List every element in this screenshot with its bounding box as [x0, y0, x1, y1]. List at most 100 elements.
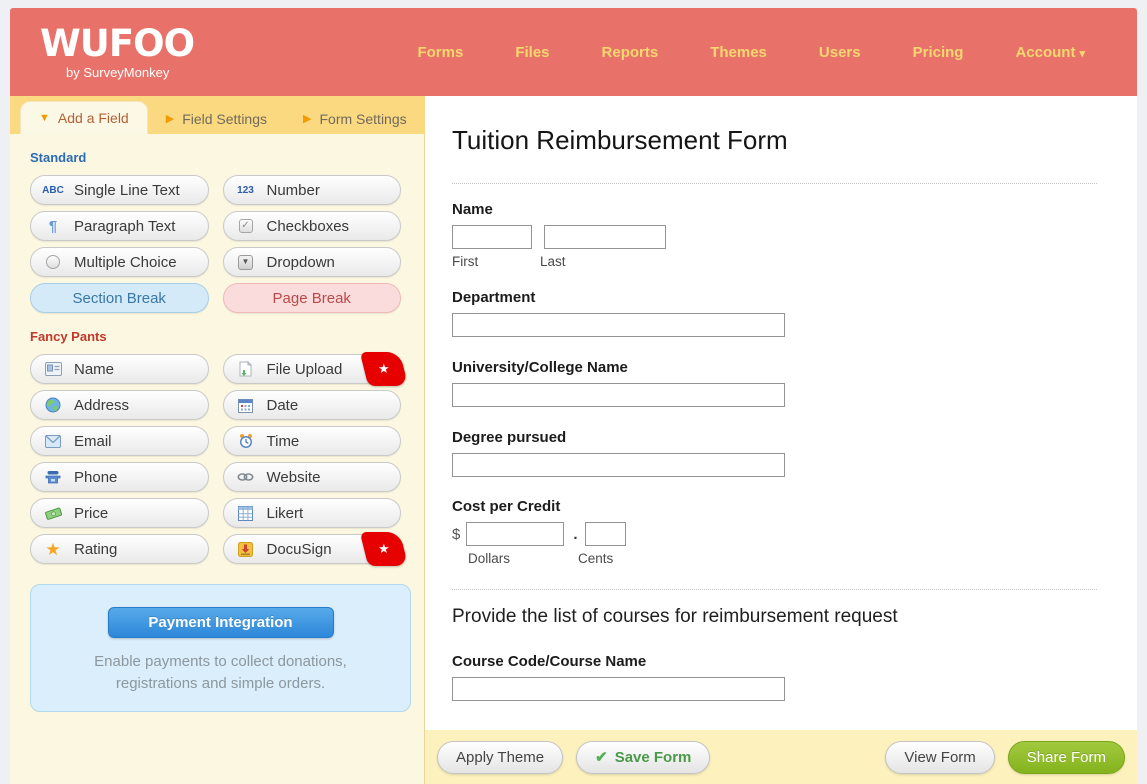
top-header: WUFOO by SurveyMonkey Forms Files Report…	[10, 8, 1137, 96]
form-title[interactable]: Tuition Reimbursement Form	[452, 125, 1097, 156]
tab-form-settings[interactable]: ▶ Form Settings	[285, 103, 425, 134]
bottom-toolbar: Apply Theme ✔ Save Form View Form Share …	[425, 730, 1137, 784]
field-label: Degree pursued	[452, 429, 1097, 446]
field-btn-number[interactable]: 123 Number	[223, 175, 402, 205]
field-btn-label: Price	[74, 505, 108, 522]
field-btn-dropdown[interactable]: ▼ Dropdown	[223, 247, 402, 277]
tab-field-settings[interactable]: ▶ Field Settings	[148, 103, 285, 134]
field-btn-section-break[interactable]: Section Break	[30, 283, 209, 313]
field-label: Course Code/Course Name	[452, 653, 1097, 670]
triangle-right-icon: ▶	[303, 112, 311, 125]
decimal-separator: .	[573, 526, 577, 543]
radio-icon	[46, 255, 60, 269]
share-form-button[interactable]: Share Form	[1008, 741, 1125, 774]
field-btn-phone[interactable]: Phone	[30, 462, 209, 492]
pro-star-icon: ★	[378, 541, 390, 557]
envelope-icon	[42, 435, 64, 448]
field-btn-name[interactable]: Name	[30, 354, 209, 384]
alarm-clock-icon	[235, 433, 257, 449]
fancy-pants-section-title: Fancy Pants	[30, 329, 424, 344]
save-form-label: Save Form	[615, 749, 692, 766]
dropdown-icon: ▼	[238, 255, 253, 270]
apply-theme-button[interactable]: Apply Theme	[437, 741, 563, 774]
field-btn-date[interactable]: Date	[223, 390, 402, 420]
nav-pricing[interactable]: Pricing	[913, 44, 964, 61]
last-sublabel: Last	[540, 254, 566, 269]
payment-integration-box: Payment Integration Enable payments to c…	[30, 584, 411, 712]
money-icon	[42, 506, 64, 521]
share-form-label: Share Form	[1027, 749, 1106, 766]
payment-integration-button[interactable]: Payment Integration	[108, 607, 334, 638]
main-nav: Forms Files Reports Themes Users Pricing…	[417, 44, 1137, 61]
field-btn-website[interactable]: Website	[223, 462, 402, 492]
abc-icon: ABC	[42, 185, 64, 196]
pro-badge: ★	[360, 532, 408, 566]
standard-section-title: Standard	[30, 150, 424, 165]
field-university[interactable]: University/College Name	[452, 359, 1097, 407]
field-btn-label: Page Break	[273, 290, 351, 307]
course-code-input[interactable]	[452, 677, 785, 701]
field-btn-label: Likert	[267, 505, 304, 522]
left-panel: ▼ Add a Field ▶ Field Settings ▶ Form Se…	[10, 96, 425, 784]
field-btn-single-line-text[interactable]: ABC Single Line Text	[30, 175, 209, 205]
form-preview: Tuition Reimbursement Form Name First La…	[425, 96, 1137, 701]
nav-themes[interactable]: Themes	[710, 44, 767, 61]
field-department[interactable]: Department	[452, 289, 1097, 337]
nav-files[interactable]: Files	[515, 44, 549, 61]
field-btn-file-upload[interactable]: File Upload ★	[223, 354, 402, 384]
file-upload-icon	[235, 361, 257, 377]
field-btn-likert[interactable]: Likert	[223, 498, 402, 528]
field-label: Name	[452, 201, 1097, 218]
cents-input[interactable]	[585, 522, 626, 546]
id-card-icon	[42, 362, 64, 376]
tab-label: Field Settings	[182, 111, 267, 127]
tab-add-a-field[interactable]: ▼ Add a Field	[20, 101, 148, 134]
field-btn-multiple-choice[interactable]: Multiple Choice	[30, 247, 209, 277]
field-btn-label: Time	[267, 433, 300, 450]
phone-icon	[42, 470, 64, 484]
dollars-input[interactable]	[466, 522, 564, 546]
nav-forms[interactable]: Forms	[417, 44, 463, 61]
field-btn-email[interactable]: Email	[30, 426, 209, 456]
paragraph-icon: ¶	[42, 219, 64, 234]
star-icon: ★	[42, 541, 64, 558]
name-last-input[interactable]	[544, 225, 666, 249]
payment-integration-description: Enable payments to collect donations, re…	[65, 651, 376, 695]
wufoo-logo-text: WUFOO	[40, 25, 240, 62]
checkbox-icon: ✓	[239, 219, 253, 233]
field-label: Department	[452, 289, 1097, 306]
triangle-down-icon: ▼	[39, 112, 50, 124]
field-btn-paragraph-text[interactable]: ¶ Paragraph Text	[30, 211, 209, 241]
field-btn-price[interactable]: Price	[30, 498, 209, 528]
nav-account-label: Account	[1015, 44, 1075, 61]
university-input[interactable]	[452, 383, 785, 407]
nav-users[interactable]: Users	[819, 44, 861, 61]
field-btn-time[interactable]: Time	[223, 426, 402, 456]
section-break-heading[interactable]: Provide the list of courses for reimburs…	[452, 606, 1097, 628]
field-btn-label: Name	[74, 361, 114, 378]
view-form-button[interactable]: View Form	[885, 741, 994, 774]
degree-input[interactable]	[452, 453, 785, 477]
field-btn-docusign[interactable]: DocuSign ★	[223, 534, 402, 564]
field-name[interactable]: Name First Last	[452, 201, 1097, 269]
fancy-buttons-grid: Name File Upload ★ Address	[30, 354, 401, 564]
nav-account[interactable]: Account▾	[1015, 44, 1085, 61]
field-cost-per-credit[interactable]: Cost per Credit $ . Dollars Cents	[452, 498, 1097, 566]
calendar-icon	[235, 398, 257, 413]
field-course-code[interactable]: Course Code/Course Name	[452, 653, 1097, 701]
wufoo-logo[interactable]: WUFOO by SurveyMonkey	[10, 25, 240, 80]
save-form-button[interactable]: ✔ Save Form	[576, 741, 710, 774]
nav-reports[interactable]: Reports	[602, 44, 659, 61]
docusign-icon	[235, 542, 257, 557]
field-btn-rating[interactable]: ★ Rating	[30, 534, 209, 564]
field-btn-label: DocuSign	[267, 541, 332, 558]
field-btn-page-break[interactable]: Page Break	[223, 283, 402, 313]
field-btn-checkboxes[interactable]: ✓ Checkboxes	[223, 211, 402, 241]
department-input[interactable]	[452, 313, 785, 337]
divider	[452, 589, 1097, 590]
form-canvas: Tuition Reimbursement Form Name First La…	[425, 96, 1137, 784]
name-first-input[interactable]	[452, 225, 532, 249]
field-btn-address[interactable]: Address	[30, 390, 209, 420]
tab-label: Form Settings	[319, 111, 406, 127]
field-degree[interactable]: Degree pursued	[452, 429, 1097, 477]
